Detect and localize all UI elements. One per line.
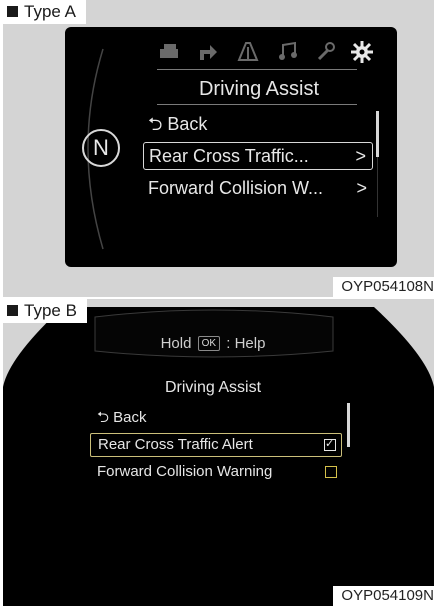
checkbox-unchecked[interactable] xyxy=(325,466,337,478)
menu-list: ⮌ Back Rear Cross Traffic... > Forward C… xyxy=(143,111,373,206)
menu-item-forward-collision[interactable]: Forward Collision W... > xyxy=(143,175,373,201)
menu-item-rear-cross-traffic[interactable]: Rear Cross Traffic... > xyxy=(143,142,373,170)
scrollbar-thumb[interactable] xyxy=(347,403,350,447)
cluster-screen-a: Driving Assist N ⮌ Back Rear Cross Traff… xyxy=(65,27,397,267)
wrench-icon[interactable] xyxy=(313,39,339,63)
navigation-arrow-icon[interactable] xyxy=(195,39,221,63)
menu-item-forward-collision-warning[interactable]: Forward Collision Warning xyxy=(90,461,342,483)
scrollbar-thumb[interactable] xyxy=(376,111,379,157)
menu-list: ⮌ Back Rear Cross Traffic Alert ✓ Forwar… xyxy=(90,407,342,487)
figure-code: OYP054108N xyxy=(333,277,434,297)
checkmark-icon: ✓ xyxy=(325,438,335,450)
square-bullet-icon xyxy=(7,6,18,17)
type-a-panel: Type A Driving Assist N ⮌ Back Rear Cros… xyxy=(3,0,434,297)
tab-underline xyxy=(157,69,357,70)
square-bullet-icon xyxy=(7,305,18,316)
chevron-right-icon: > xyxy=(356,178,367,198)
page-title: Driving Assist xyxy=(164,379,262,396)
type-a-label: Type A xyxy=(3,0,86,24)
menu-item-rear-cross-traffic-alert[interactable]: Rear Cross Traffic Alert ✓ xyxy=(90,433,342,457)
chevron-right-icon: > xyxy=(355,146,366,166)
road-lanes-icon[interactable] xyxy=(235,39,261,63)
settings-gear-icon[interactable] xyxy=(349,39,375,65)
car-info-icon[interactable] xyxy=(157,39,183,63)
type-b-label: Type B xyxy=(3,299,87,323)
music-note-icon[interactable] xyxy=(275,39,301,63)
menu-item-back[interactable]: ⮌ Back xyxy=(143,111,373,137)
hold-ok-help-hint: Hold OK : Help xyxy=(160,335,266,352)
checkbox-checked[interactable]: ✓ xyxy=(324,438,336,451)
title-divider xyxy=(157,104,357,105)
menu-item-back[interactable]: ⮌ Back xyxy=(90,407,342,429)
figure-code: OYP054109N xyxy=(333,586,434,606)
scrollbar[interactable] xyxy=(376,107,379,217)
gear-position-indicator: N xyxy=(82,129,120,167)
tab-icon-bar xyxy=(157,39,377,67)
type-b-panel: Hold OK : Help Driving Assist ⮌ Back Rea… xyxy=(3,299,434,606)
scrollbar-track xyxy=(377,157,378,217)
cluster-screen-b: Hold OK : Help Driving Assist ⮌ Back Rea… xyxy=(3,307,434,606)
page-title: Driving Assist xyxy=(198,78,320,100)
ok-key-icon: OK xyxy=(197,336,221,351)
